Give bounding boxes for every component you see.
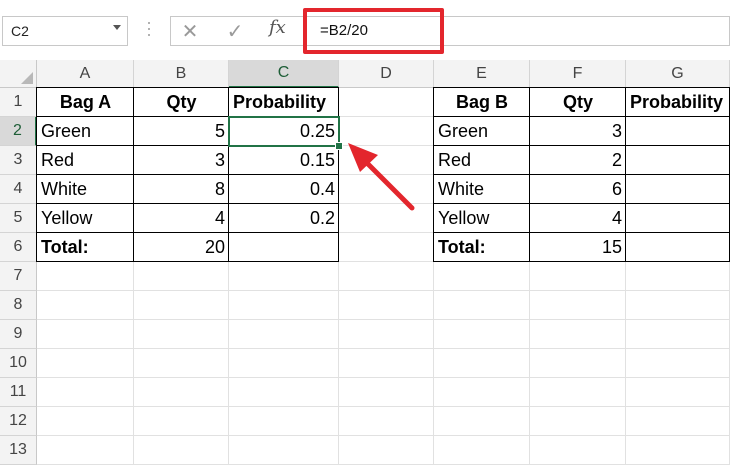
arrow-icon [348,143,415,211]
